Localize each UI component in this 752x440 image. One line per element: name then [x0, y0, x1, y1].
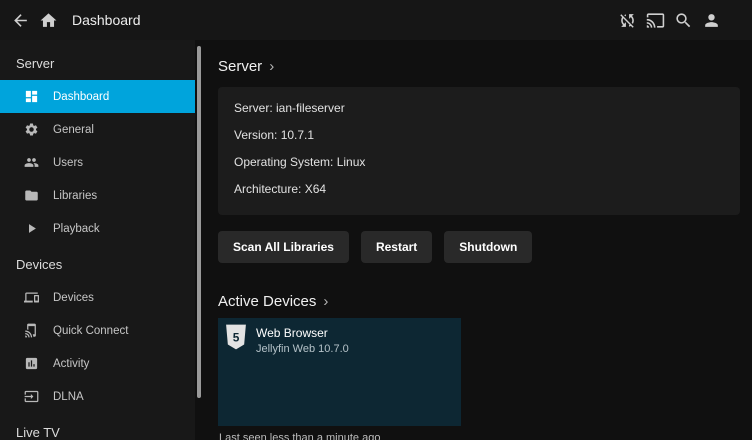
chevron-right-icon: › — [323, 294, 328, 309]
user-icon — [702, 11, 721, 30]
sidebar-item-label: General — [53, 124, 94, 136]
sidebar-item-label: DLNA — [53, 391, 84, 403]
sidebar-item-label: Activity — [53, 358, 89, 370]
activity-icon — [24, 356, 39, 371]
back-button[interactable] — [6, 6, 34, 34]
folder-icon — [24, 188, 39, 203]
dashboard-content: Server › Server: ian-fileserver Version:… — [202, 40, 752, 440]
sidebar-item-label: Devices — [53, 292, 94, 304]
dlna-icon — [24, 389, 39, 404]
dashboard-icon — [24, 89, 39, 104]
syncplay-button[interactable] — [613, 6, 641, 34]
html5-logo-icon: 5 — [225, 324, 247, 350]
sidebar-item-label: Dashboard — [53, 91, 109, 103]
sidebar-item-label: Users — [53, 157, 83, 169]
active-device-card[interactable]: 5 Web Browser Jellyfin Web 10.7.0 Last s… — [218, 318, 461, 440]
server-section-heading[interactable]: Server › — [218, 58, 740, 75]
active-devices-heading[interactable]: Active Devices › — [218, 293, 740, 310]
server-heading-label: Server — [218, 58, 262, 75]
back-icon — [11, 11, 30, 30]
server-version-line: Version: 10.7.1 — [234, 122, 724, 149]
quick-connect-icon — [24, 323, 39, 338]
sidebar-item-playback[interactable]: Playback — [0, 212, 195, 245]
device-last-seen: Last seen less than a minute ago — [218, 432, 461, 440]
sidebar-item-quick-connect[interactable]: Quick Connect — [0, 314, 195, 347]
home-button[interactable] — [34, 6, 62, 34]
page-layout: Server Dashboard General Users Libraries… — [0, 40, 752, 440]
sidebar-item-devices[interactable]: Devices — [0, 281, 195, 314]
sidebar-section-server: Server — [0, 44, 195, 80]
server-actions: Scan All Libraries Restart Shutdown — [218, 231, 740, 263]
sidebar-item-label: Libraries — [53, 190, 97, 202]
shutdown-button[interactable]: Shutdown — [444, 231, 532, 263]
play-icon — [24, 221, 39, 236]
top-app-bar: Dashboard — [0, 0, 752, 40]
search-button[interactable] — [669, 6, 697, 34]
sidebar-item-general[interactable]: General — [0, 113, 195, 146]
cast-button[interactable] — [641, 6, 669, 34]
sidebar-item-dashboard[interactable]: Dashboard — [0, 80, 195, 113]
gear-icon — [24, 122, 39, 137]
chevron-right-icon: › — [269, 59, 274, 74]
page-title: Dashboard — [72, 12, 141, 28]
sidebar-item-dlna[interactable]: DLNA — [0, 380, 195, 413]
device-card-text: Web Browser Jellyfin Web 10.7.0 — [256, 324, 349, 355]
devices-icon — [24, 290, 39, 305]
sidebar-item-label: Playback — [53, 223, 100, 235]
sidebar-item-activity[interactable]: Activity — [0, 347, 195, 380]
sidebar-scrollbar-thumb[interactable] — [197, 46, 201, 398]
search-icon — [674, 11, 693, 30]
user-menu-button[interactable] — [697, 6, 725, 34]
device-name: Web Browser — [256, 324, 349, 340]
active-devices-heading-label: Active Devices — [218, 293, 316, 310]
sidebar-scrollbar[interactable] — [195, 40, 202, 440]
server-info-card: Server: ian-fileserver Version: 10.7.1 O… — [218, 87, 740, 215]
sidebar-item-label: Quick Connect — [53, 325, 128, 337]
sidebar-section-live-tv: Live TV — [0, 413, 195, 440]
scan-all-libraries-button[interactable]: Scan All Libraries — [218, 231, 349, 263]
svg-text:5: 5 — [233, 331, 240, 345]
server-os-line: Operating System: Linux — [234, 149, 724, 176]
sidebar-section-devices: Devices — [0, 245, 195, 281]
device-card-image: 5 Web Browser Jellyfin Web 10.7.0 — [218, 318, 461, 426]
home-icon — [39, 11, 58, 30]
server-name-line: Server: ian-fileserver — [234, 95, 724, 122]
device-client: Jellyfin Web 10.7.0 — [256, 343, 349, 355]
syncplay-off-icon — [618, 11, 637, 30]
sidebar-item-users[interactable]: Users — [0, 146, 195, 179]
admin-sidebar: Server Dashboard General Users Libraries… — [0, 40, 195, 440]
cast-icon — [646, 11, 665, 30]
restart-button[interactable]: Restart — [361, 231, 432, 263]
server-architecture-line: Architecture: X64 — [234, 176, 724, 203]
users-icon — [24, 155, 39, 170]
sidebar-item-libraries[interactable]: Libraries — [0, 179, 195, 212]
